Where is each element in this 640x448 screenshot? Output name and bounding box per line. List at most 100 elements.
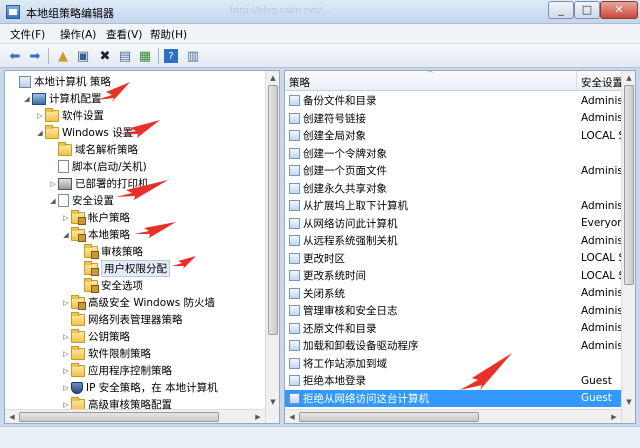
tree-item[interactable]: ▷ 已部署的打印机	[48, 175, 149, 192]
policy-row[interactable]: 从扩展坞上取下计算机 Administrators	[285, 197, 625, 215]
policy-row[interactable]: 关闭系统 Administrators	[285, 285, 625, 303]
show-filter-icon[interactable]: ▥	[184, 47, 202, 65]
expanded-triangle-icon[interactable]: ◢	[48, 197, 58, 205]
expanded-triangle-icon[interactable]: ◢	[22, 95, 32, 103]
policy-row[interactable]: 将工作站添加到域	[285, 355, 623, 373]
security-setting: LOCAL SERVICE	[581, 252, 625, 265]
list-scroll-thumb[interactable]	[624, 85, 634, 285]
tree-item[interactable]: ◢ Windows 设置	[35, 124, 133, 141]
scroll-left-icon[interactable]: ◀	[5, 410, 19, 423]
tree-item[interactable]: 审核策略	[74, 243, 143, 260]
menu-file[interactable]: 文件(F)	[10, 27, 45, 42]
scroll-right-icon[interactable]: ▶	[607, 410, 621, 423]
menu-view[interactable]: 查看(V)	[106, 27, 142, 42]
tree-item[interactable]: ▷ 帐户策略	[61, 209, 130, 226]
up-folder-icon[interactable]: ▲	[54, 47, 72, 65]
scroll-down-icon[interactable]: ▼	[622, 395, 635, 409]
collapsed-triangle-icon[interactable]: ▷	[61, 214, 71, 222]
menu-action[interactable]: 操作(A)	[60, 27, 96, 42]
list-vertical-scrollbar[interactable]: ▲ ▼	[621, 71, 635, 423]
policy-row[interactable]: 更改系统时间 LOCAL SERVICE	[285, 267, 625, 285]
tree-item[interactable]: 安全选项	[74, 277, 143, 294]
tree-item[interactable]: ▷ 软件限制策略	[61, 345, 151, 362]
policy-row[interactable]: 备份文件和目录 Administrators	[285, 92, 625, 110]
tree-item-label: 审核策略	[101, 246, 143, 258]
tree-item[interactable]: ▷ 高级安全 Windows 防火墙	[61, 294, 215, 311]
tree-item[interactable]: ◢ 本地策略	[61, 226, 130, 243]
policy-setting-icon	[289, 235, 300, 246]
tree-item[interactable]: 用户权限分配	[74, 260, 170, 277]
export-list-icon[interactable]: ▦	[136, 47, 154, 65]
lock-folder-icon	[84, 243, 99, 259]
list-horizontal-scrollbar[interactable]: ◀ ▶	[285, 409, 621, 423]
policy-row[interactable]: 加载和卸载设备驱动程序 Administrators	[285, 337, 625, 355]
security-setting: Administrators	[581, 287, 625, 300]
tree-item[interactable]: ▷ 公钥策略	[61, 328, 130, 345]
maximize-button[interactable]: □	[574, 1, 600, 19]
expanded-triangle-icon[interactable]: ◢	[35, 129, 45, 137]
tree-item-label: Windows 设置	[62, 127, 134, 139]
delete-icon[interactable]: ✖	[96, 47, 114, 65]
tree-item-label: 本地策略	[88, 229, 130, 241]
scroll-down-icon[interactable]: ▼	[266, 395, 279, 409]
security-setting: LOCAL SERVICE	[581, 129, 625, 142]
collapsed-triangle-icon[interactable]: ▷	[61, 367, 71, 375]
policy-setting-icon	[289, 287, 300, 299]
tree-horizontal-scrollbar[interactable]: ◀ ▶	[5, 409, 265, 423]
scroll-left-icon[interactable]: ◀	[285, 410, 299, 423]
tree-item[interactable]: 域名解析策略	[48, 141, 138, 158]
menu-help[interactable]: 帮助(H)	[150, 27, 187, 42]
policy-row[interactable]: 创建全局对象 LOCAL SERVICE	[285, 127, 625, 145]
collapsed-triangle-icon[interactable]: ▷	[61, 333, 71, 341]
tree-item[interactable]: ▷ 软件设置	[35, 107, 104, 124]
title-bar: 本地组策略编辑器 http://blog.csdn.net/... _ □ ✕	[0, 0, 640, 24]
scroll-right-icon[interactable]: ▶	[251, 410, 265, 423]
collapsed-triangle-icon[interactable]: ▷	[61, 401, 71, 409]
tree-item[interactable]: ▷ IP 安全策略，在 本地计算机	[61, 379, 218, 396]
properties-icon[interactable]: ▤	[116, 47, 134, 65]
collapsed-triangle-icon[interactable]: ▷	[61, 350, 71, 358]
tree-scroll-thumb[interactable]	[268, 85, 278, 335]
column-header-policy[interactable]: 策略 ^	[285, 71, 577, 91]
scroll-up-icon[interactable]: ▲	[266, 71, 279, 85]
list-hscroll-thumb[interactable]	[299, 412, 479, 422]
expanded-triangle-icon[interactable]: ◢	[61, 231, 71, 239]
folder-icon	[58, 141, 72, 156]
help-icon[interactable]: ?	[164, 49, 178, 63]
tree-item[interactable]: 网络列表管理器策略	[61, 311, 183, 328]
tree-vertical-scrollbar[interactable]: ▲ ▼	[265, 71, 279, 423]
policy-row[interactable]: 拒绝本地登录 Guest	[285, 372, 623, 390]
policy-row[interactable]: 创建永久共享对象	[285, 180, 623, 198]
show-hide-tree-icon[interactable]: ▣	[74, 47, 92, 65]
policy-row[interactable]: 还原文件和目录 Administrators	[285, 320, 625, 338]
minimize-button[interactable]: _	[548, 1, 574, 19]
policy-row[interactable]: 从网络访问此计算机 Everyone	[285, 215, 625, 233]
scroll-up-icon[interactable]: ▲	[622, 71, 635, 85]
policy-name: 管理审核和安全日志	[303, 305, 398, 318]
policy-row[interactable]: 创建一个页面文件 Administrators	[285, 162, 625, 180]
tree-item-label: 用户权限分配	[101, 260, 170, 277]
policy-row[interactable]: 拒绝从网络访问这台计算机 Guest	[285, 389, 623, 407]
collapsed-triangle-icon[interactable]: ▷	[35, 112, 45, 120]
collapsed-triangle-icon[interactable]: ▷	[48, 180, 58, 188]
column-header-security[interactable]: 安全设置	[577, 71, 623, 91]
policy-row[interactable]: 管理审核和安全日志 Administrators	[285, 302, 625, 320]
policy-row[interactable]: 更改时区 LOCAL SERVICE	[285, 250, 625, 268]
tree-item[interactable]: 本地计算机 策略	[9, 73, 111, 90]
printer-icon	[58, 177, 72, 190]
policy-row[interactable]: 创建符号链接 Administrators	[285, 110, 625, 128]
close-button[interactable]: ✕	[600, 1, 638, 19]
policy-row[interactable]: 从远程系统强制关机 Administrators	[285, 232, 625, 250]
policy-row[interactable]: 创建一个令牌对象	[285, 145, 623, 163]
collapsed-triangle-icon[interactable]: ▷	[61, 299, 71, 307]
tree-hscroll-thumb[interactable]	[19, 412, 219, 422]
collapsed-triangle-icon[interactable]: ▷	[61, 384, 71, 392]
tree-item[interactable]: ◢ 安全设置	[48, 192, 114, 209]
tree-item[interactable]: 脚本(启动/关机)	[48, 158, 147, 175]
tree-item[interactable]: ▷ 应用程序控制策略	[61, 362, 172, 379]
tree-item[interactable]: ◢ 计算机配置	[22, 90, 102, 107]
forward-arrow-icon[interactable]: ➡	[26, 47, 44, 65]
policy-setting-icon	[289, 95, 300, 106]
back-arrow-icon[interactable]: ⬅	[6, 47, 24, 65]
column-policy-label: 策略	[289, 77, 310, 89]
